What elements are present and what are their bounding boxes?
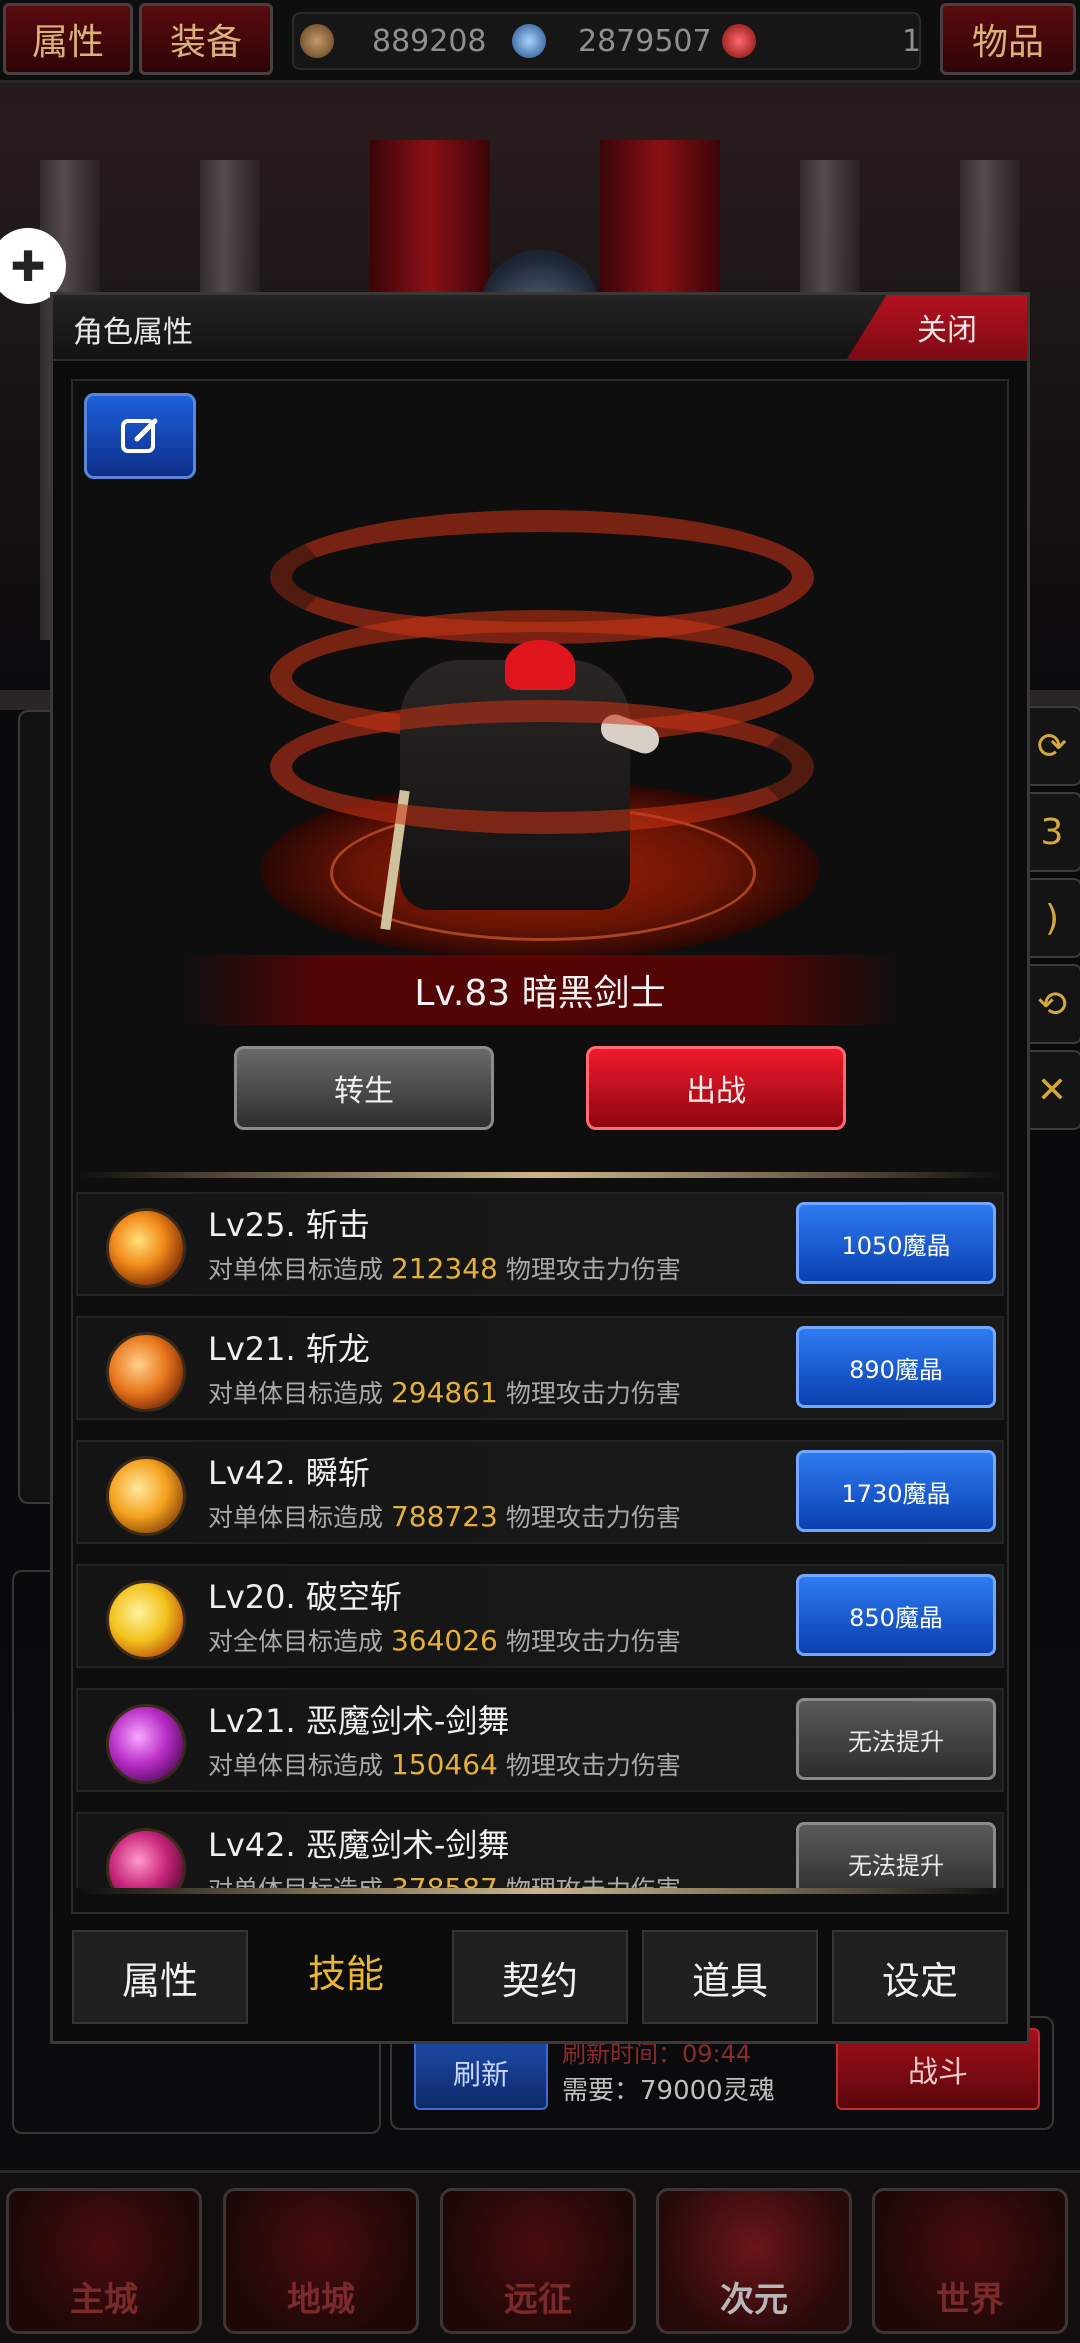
tab-contract[interactable]: 契约 <box>452 1930 628 2024</box>
top-bar: 属性 装备 889208 2879507 1 物品 <box>0 0 1080 83</box>
desc-prefix: 对单体目标造成 <box>208 1751 384 1780</box>
desc-suffix: 物理攻击力伤害 <box>506 1875 681 1888</box>
skill-desc: 对单体目标造成 150464 物理攻击力伤害 <box>208 1746 681 1782</box>
desc-prefix: 对全体目标造成 <box>208 1627 384 1656</box>
nav-world[interactable]: 世界 <box>872 2188 1068 2334</box>
upgrade-skill-button[interactable]: 1730魔晶 <box>796 1450 996 1532</box>
skill-desc: 对单体目标造成 788723 物理攻击力伤害 <box>208 1498 681 1534</box>
skill-desc: 对单体目标造成 378587 物理攻击力伤害 <box>208 1870 681 1888</box>
character-portrait <box>230 490 850 960</box>
rebirth-button[interactable]: 转生 <box>234 1046 494 1130</box>
side-button[interactable]: ✕ <box>1022 1050 1080 1130</box>
skill-list[interactable]: Lv25. 斩击 对单体目标造成 212348 物理攻击力伤害 1050魔晶 L… <box>76 1192 1004 1888</box>
resource-gem: 2879507 <box>512 14 712 68</box>
red-token-icon <box>722 24 756 58</box>
damage-value: 364026 <box>390 1624 498 1657</box>
dialog-header: 角色属性 关闭 <box>53 295 1027 361</box>
damage-value: 150464 <box>390 1748 498 1781</box>
blue-gem-icon <box>512 24 546 58</box>
skill-row: Lv20. 破空斩 对全体目标造成 364026 物理攻击力伤害 850魔晶 <box>76 1564 1004 1668</box>
desc-prefix: 对单体目标造成 <box>208 1379 384 1408</box>
tab-skills[interactable]: 技能 <box>258 1916 434 2024</box>
upgrade-skill-button[interactable]: 850魔晶 <box>796 1574 996 1656</box>
resource-token: 1 <box>722 14 921 68</box>
nav-expedition[interactable]: 远征 <box>440 2188 636 2334</box>
damage-value: 378587 <box>391 1872 498 1888</box>
desc-prefix: 对单体目标造成 <box>208 1255 384 1284</box>
side-button[interactable]: ⟳ <box>1022 706 1080 786</box>
damage-value: 294861 <box>390 1376 498 1409</box>
side-button[interactable]: 3 <box>1022 792 1080 872</box>
upgrade-skill-button[interactable]: 890魔晶 <box>796 1326 996 1408</box>
tab-attributes[interactable]: 属性 <box>72 1930 248 2024</box>
tab-items[interactable]: 道具 <box>642 1930 818 2024</box>
items-button[interactable]: 物品 <box>940 3 1076 75</box>
skill-desc: 对单体目标造成 294861 物理攻击力伤害 <box>208 1374 681 1410</box>
edit-icon <box>121 418 158 453</box>
skill-row: Lv42. 恶魔剑术-剑舞 对单体目标造成 378587 物理攻击力伤害 无法提… <box>76 1812 1004 1888</box>
instant-slash-skill-icon <box>106 1456 186 1536</box>
character-name: Lv.83 暗黑剑士 <box>180 955 900 1025</box>
dialog-tabs: 属性 技能 契约 道具 设定 <box>72 1916 1008 2026</box>
equipment-button[interactable]: 装备 <box>139 3 273 75</box>
token-value: 1 <box>902 23 922 59</box>
damage-value: 212348 <box>390 1252 498 1285</box>
soul-requirement: 需要：79000灵魂 <box>562 2076 775 2106</box>
close-button[interactable]: 关闭 <box>847 295 1027 359</box>
skill-desc: 对单体目标造成 212348 物理攻击力伤害 <box>208 1250 681 1286</box>
refresh-button[interactable]: 刷新 <box>414 2036 548 2110</box>
desc-suffix: 物理攻击力伤害 <box>505 1255 681 1284</box>
tab-settings[interactable]: 设定 <box>832 1930 1008 2024</box>
skill-name: Lv25. 斩击 <box>208 1206 370 1244</box>
dragon-slash-skill-icon <box>106 1332 186 1412</box>
section-divider <box>78 1888 1002 1894</box>
bronze-coin-icon <box>300 24 334 58</box>
void-slash-skill-icon <box>106 1580 186 1660</box>
desc-prefix: 对单体目标造成 <box>208 1875 383 1888</box>
skill-name: Lv42. 瞬斩 <box>208 1454 370 1492</box>
skill-name: Lv21. 斩龙 <box>208 1330 370 1368</box>
upgrade-disabled-button[interactable]: 无法提升 <box>796 1822 996 1888</box>
skill-row: Lv21. 恶魔剑术-剑舞 对单体目标造成 150464 物理攻击力伤害 无法提… <box>76 1688 1004 1792</box>
hero-hair <box>505 640 575 690</box>
nav-dungeon[interactable]: 地城 <box>223 2188 419 2334</box>
auto-icon[interactable]: ⟲ <box>1022 964 1080 1044</box>
skill-row: Lv21. 斩龙 对单体目标造成 294861 物理攻击力伤害 890魔晶 <box>76 1316 1004 1420</box>
gem-value: 2879507 <box>578 23 712 59</box>
edit-button[interactable] <box>84 393 196 479</box>
skill-row: Lv25. 斩击 对单体目标造成 212348 物理攻击力伤害 1050魔晶 <box>76 1192 1004 1296</box>
resource-bronze: 889208 <box>300 14 487 68</box>
slash-skill-icon <box>106 1208 186 1288</box>
aura-ring <box>270 700 814 834</box>
skill-name: Lv42. 恶魔剑术-剑舞 <box>208 1826 510 1864</box>
section-divider <box>78 1172 1002 1178</box>
nav-main-city[interactable]: 主城 <box>6 2188 202 2334</box>
demon-sword-dance-skill-icon <box>106 1828 186 1888</box>
skill-name: Lv20. 破空斩 <box>208 1578 402 1616</box>
desc-prefix: 对单体目标造成 <box>208 1503 384 1532</box>
sound-icon[interactable]: ) <box>1022 878 1080 958</box>
desc-suffix: 物理攻击力伤害 <box>505 1627 681 1656</box>
skill-name: Lv21. 恶魔剑术-剑舞 <box>208 1702 510 1740</box>
battle-button[interactable]: 出战 <box>586 1046 846 1130</box>
damage-value: 788723 <box>390 1500 498 1533</box>
desc-suffix: 物理攻击力伤害 <box>505 1379 681 1408</box>
desc-suffix: 物理攻击力伤害 <box>505 1751 681 1780</box>
skill-row: Lv42. 瞬斩 对单体目标造成 788723 物理攻击力伤害 1730魔晶 <box>76 1440 1004 1544</box>
dialog-title: 角色属性 <box>73 315 193 350</box>
bronze-value: 889208 <box>372 23 487 59</box>
resource-bar: 889208 2879507 1 <box>292 12 921 70</box>
skill-desc: 对全体目标造成 364026 物理攻击力伤害 <box>208 1622 681 1658</box>
attributes-button[interactable]: 属性 <box>3 3 133 75</box>
nav-dimension[interactable]: 次元 <box>656 2188 852 2334</box>
desc-suffix: 物理攻击力伤害 <box>505 1503 681 1532</box>
demon-sword-dance-skill-icon <box>106 1704 186 1784</box>
upgrade-disabled-button[interactable]: 无法提升 <box>796 1698 996 1780</box>
upgrade-skill-button[interactable]: 1050魔晶 <box>796 1202 996 1284</box>
